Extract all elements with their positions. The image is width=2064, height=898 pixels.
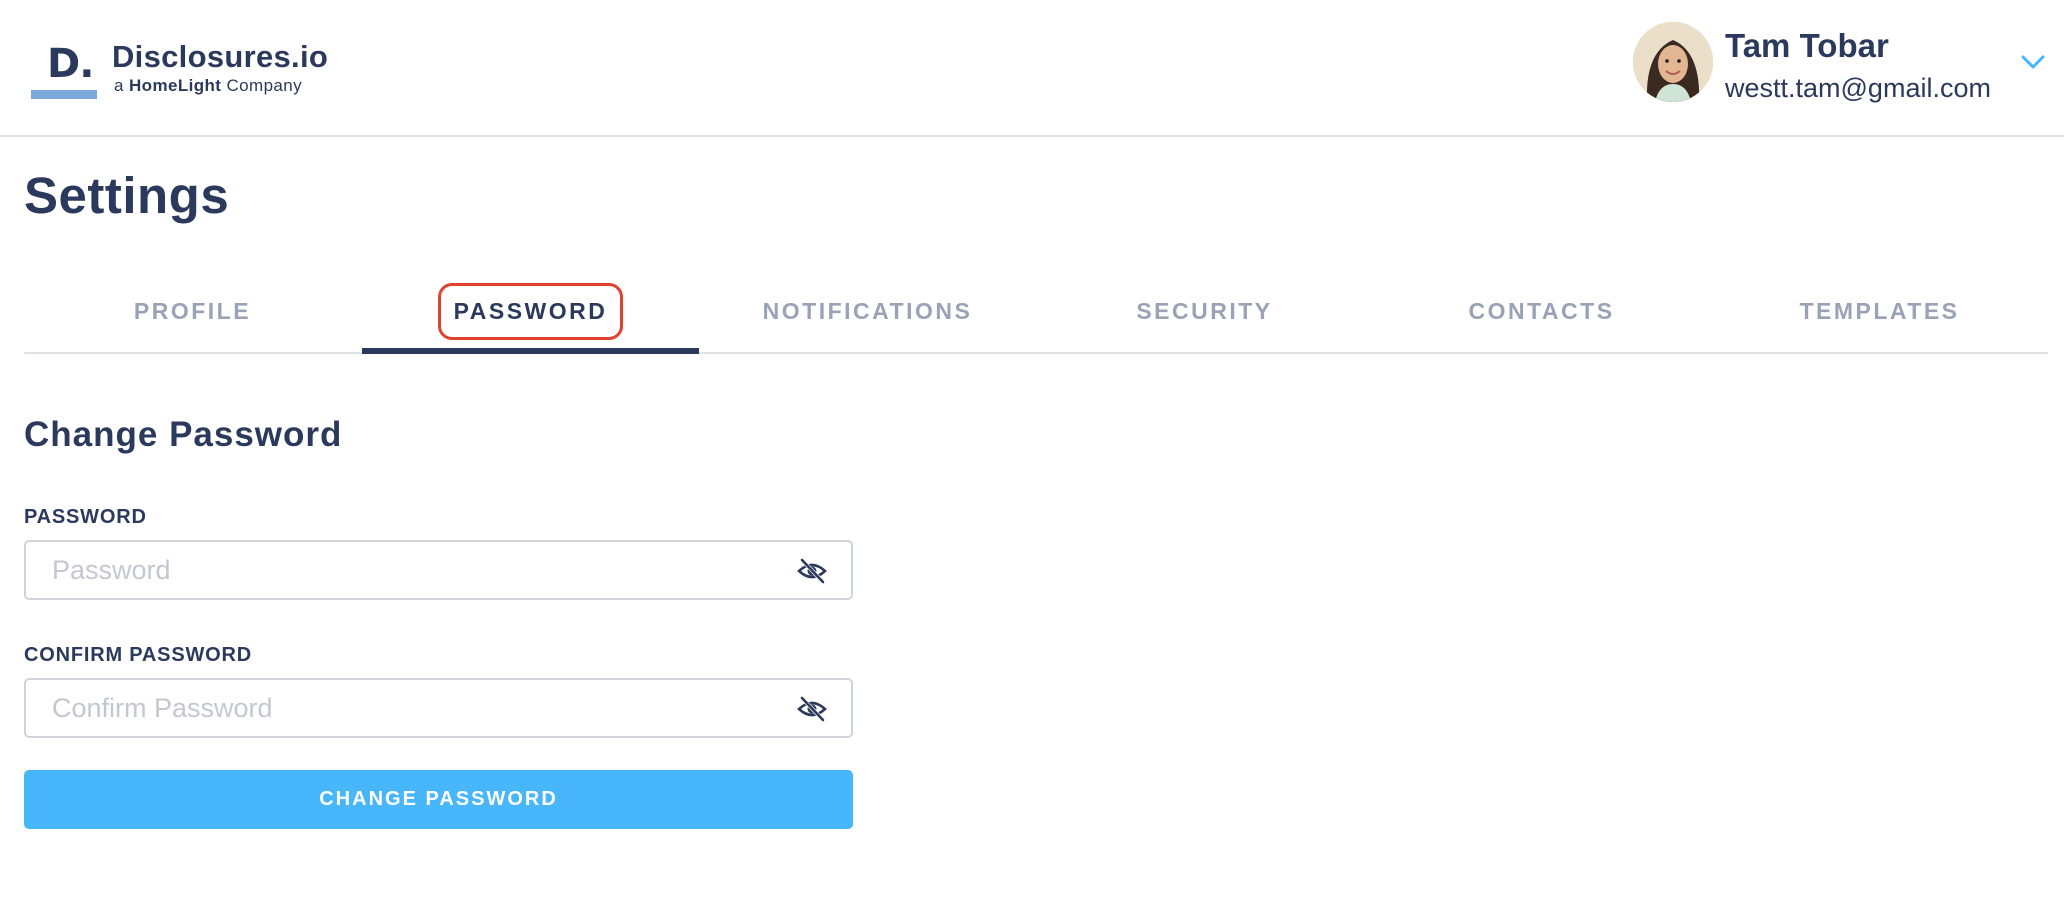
tagline-prefix: a (114, 76, 124, 95)
password-input[interactable] (26, 542, 786, 598)
user-email[interactable]: westt.tam@gmail.com (1725, 72, 1991, 104)
chevron-down-icon[interactable] (2019, 52, 2047, 72)
password-label: PASSWORD (24, 506, 147, 528)
tab-label: CONTACTS (1468, 297, 1615, 324)
tab-label: TEMPLATES (1799, 297, 1960, 324)
change-password-button[interactable]: CHANGE PASSWORD (24, 770, 853, 829)
top-navigation-bar: D. Disclosures.io a HomeLight Company Ta… (0, 0, 2064, 137)
eye-slash-icon[interactable] (797, 558, 827, 584)
avatar[interactable] (1633, 22, 1713, 102)
disclosures-logo[interactable]: D. Disclosures.io a HomeLight Company (31, 39, 331, 103)
brand-name: Disclosures.io (112, 39, 329, 74)
logo-underline (31, 90, 97, 99)
password-field (24, 540, 853, 600)
confirm-password-input[interactable] (26, 680, 786, 736)
user-menu[interactable]: Tam Tobar westt.tam@gmail.com (1633, 22, 2053, 104)
tab-label: PASSWORD (437, 282, 624, 340)
tab-label: NOTIFICATIONS (762, 297, 973, 324)
tab-contacts[interactable]: CONTACTS (1373, 270, 1710, 352)
page-title: Settings (24, 167, 230, 224)
logo-letter: D. (47, 41, 94, 87)
tab-label: SECURITY (1136, 297, 1273, 324)
confirm-password-field (24, 678, 853, 738)
confirm-password-label: CONFIRM PASSWORD (24, 644, 252, 666)
tab-password[interactable]: PASSWORD (362, 270, 699, 354)
user-name[interactable]: Tam Tobar (1725, 26, 1889, 66)
logo-mark: D. (31, 39, 97, 101)
settings-tabs: PROFILE PASSWORD NOTIFICATIONS SECURITY … (24, 270, 2048, 354)
tab-label: PROFILE (133, 297, 252, 324)
tab-templates[interactable]: TEMPLATES (1711, 270, 2048, 352)
section-title: Change Password (24, 415, 343, 454)
tab-notifications[interactable]: NOTIFICATIONS (699, 270, 1036, 352)
brand-tagline: a HomeLight Company (114, 75, 302, 97)
tab-profile[interactable]: PROFILE (24, 270, 361, 352)
eye-slash-icon[interactable] (797, 696, 827, 722)
tagline-suffix: Company (226, 76, 303, 95)
tagline-brand: HomeLight (128, 76, 222, 95)
tab-security[interactable]: SECURITY (1036, 270, 1373, 352)
avatar-photo (1633, 22, 1713, 102)
